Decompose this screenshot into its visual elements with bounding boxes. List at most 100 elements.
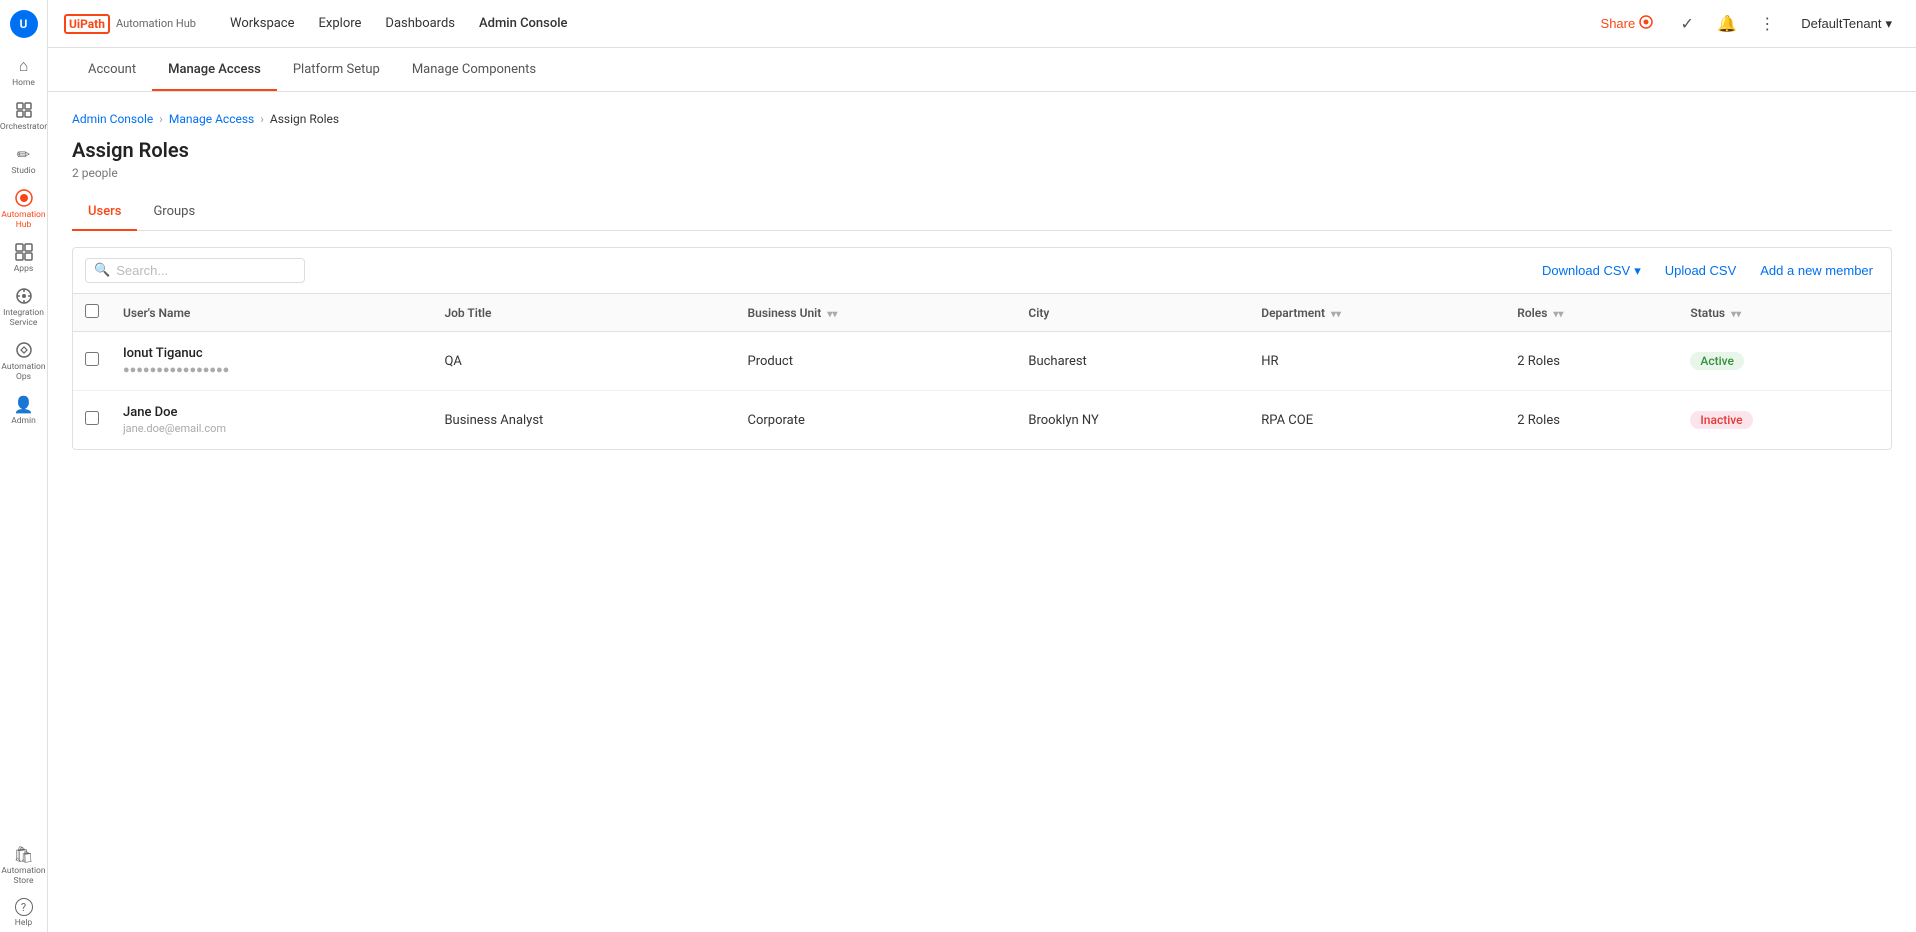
sidebar-item-home[interactable]: ⌂ Home (0, 48, 47, 92)
subnav-tab-account[interactable]: Account (72, 50, 152, 91)
row-checkbox-cell (73, 332, 111, 391)
download-csv-button[interactable]: Download CSV ▾ (1536, 259, 1647, 283)
automation-hub-icon (14, 188, 34, 208)
download-csv-label: Download CSV (1542, 263, 1630, 278)
cell-business-unit: Product (736, 332, 1017, 391)
row-checkbox-cell (73, 391, 111, 450)
breadcrumb-manage-access[interactable]: Manage Access (169, 112, 254, 126)
logo-area: UiPath Automation Hub (64, 14, 196, 34)
upload-csv-button[interactable]: Upload CSV (1659, 259, 1743, 282)
breadcrumb-assign-roles: Assign Roles (270, 112, 339, 126)
logo-box: UiPath (64, 14, 110, 34)
row-checkbox-0[interactable] (85, 352, 99, 366)
subnav-tab-manage-access[interactable]: Manage Access (152, 50, 277, 91)
sidebar-item-automation-ops[interactable]: Automation Ops (0, 332, 47, 386)
filter-department-icon[interactable]: ▾▾ (1331, 309, 1341, 320)
breadcrumb-sep-2: › (260, 112, 264, 126)
user-avatar[interactable]: U (10, 10, 38, 38)
check-icon[interactable]: ✓ (1673, 10, 1701, 38)
inner-tab-users[interactable]: Users (72, 196, 137, 231)
content-area: Admin Console › Manage Access › Assign R… (48, 92, 1916, 932)
page-title: Assign Roles (72, 138, 1892, 162)
page-subtitle: 2 people (72, 166, 1892, 180)
sidebar-item-admin-label: Admin (11, 416, 36, 426)
cell-city: Brooklyn NY (1016, 391, 1249, 450)
automation-ops-icon (14, 340, 34, 360)
sidebar: U ⌂ Home Orchestrator ✏ Studio Automatio… (0, 0, 48, 932)
search-input[interactable] (116, 263, 296, 278)
integration-service-icon (14, 286, 34, 306)
select-all-checkbox[interactable] (85, 304, 99, 318)
tenant-label: DefaultTenant (1801, 16, 1881, 31)
orchestrator-icon (14, 100, 34, 120)
sidebar-item-automation-hub[interactable]: Automation Hub (0, 180, 47, 234)
breadcrumb-admin-console[interactable]: Admin Console (72, 112, 153, 126)
add-member-button[interactable]: Add a new member (1754, 259, 1879, 282)
search-box[interactable]: 🔍 (85, 258, 305, 283)
nav-dashboards[interactable]: Dashboards (375, 10, 465, 37)
sidebar-item-apps-label: Apps (14, 264, 33, 274)
subnav-tab-platform-setup[interactable]: Platform Setup (277, 50, 396, 91)
sidebar-item-apps[interactable]: Apps (0, 234, 47, 278)
sidebar-item-orchestrator-label: Orchestrator (0, 122, 47, 132)
header-roles: Roles ▾▾ (1505, 294, 1678, 332)
share-icon (1639, 15, 1653, 32)
nav-workspace[interactable]: Workspace (220, 10, 305, 37)
admin-icon: 👤 (14, 394, 34, 414)
sidebar-item-automation-hub-label: Automation Hub (0, 210, 47, 230)
automation-store-icon: 🛍 (14, 844, 34, 864)
sidebar-item-home-label: Home (12, 78, 35, 88)
table-row: Jane Doe jane.doe@email.com Business Ana… (73, 391, 1891, 450)
status-badge: Inactive (1690, 411, 1752, 429)
nav-admin-console[interactable]: Admin Console (469, 10, 578, 37)
sidebar-item-automation-ops-label: Automation Ops (0, 362, 47, 382)
table-toolbar: 🔍 Download CSV ▾ Upload CSV Add a new me… (73, 248, 1891, 294)
sidebar-item-integration-service[interactable]: Integration Service (0, 278, 47, 332)
header-job-title: Job Title (432, 294, 735, 332)
cell-status: Inactive (1678, 391, 1891, 450)
tenant-chevron-icon: ▾ (1885, 16, 1892, 32)
page-body: Admin Console › Manage Access › Assign R… (48, 92, 1916, 470)
more-options-icon[interactable]: ⋮ (1753, 10, 1781, 38)
search-icon: 🔍 (94, 263, 110, 278)
header-department: Department ▾▾ (1249, 294, 1505, 332)
notifications-icon[interactable]: 🔔 (1713, 10, 1741, 38)
cell-roles: 2 Roles (1505, 391, 1678, 450)
header-user-name: User's Name (111, 294, 432, 332)
header-status: Status ▾▾ (1678, 294, 1891, 332)
inner-tab-groups[interactable]: Groups (137, 196, 211, 231)
cell-department: HR (1249, 332, 1505, 391)
header-checkbox-col (73, 294, 111, 332)
nav-explore[interactable]: Explore (309, 10, 372, 37)
table-container: 🔍 Download CSV ▾ Upload CSV Add a new me… (72, 247, 1892, 450)
filter-business-unit-icon[interactable]: ▾▾ (827, 309, 837, 320)
table-header-row: User's Name Job Title Business Unit ▾▾ C… (73, 294, 1891, 332)
subnav-tab-manage-components[interactable]: Manage Components (396, 50, 552, 91)
toolbar-right: Download CSV ▾ Upload CSV Add a new memb… (1536, 259, 1879, 283)
cell-roles: 2 Roles (1505, 332, 1678, 391)
sidebar-item-orchestrator[interactable]: Orchestrator (0, 92, 47, 136)
row-checkbox-1[interactable] (85, 411, 99, 425)
tenant-button[interactable]: DefaultTenant ▾ (1793, 12, 1900, 36)
filter-roles-icon[interactable]: ▾▾ (1553, 309, 1563, 320)
table-row: Ionut Tiganuc ●●●●●●●●●●●●●●●● QA Produc… (73, 332, 1891, 391)
inner-tabs: Users Groups (72, 196, 1892, 231)
sidebar-item-studio[interactable]: ✏ Studio (0, 136, 47, 180)
download-chevron-icon: ▾ (1634, 263, 1641, 279)
home-icon: ⌂ (14, 56, 34, 76)
table-body: Ionut Tiganuc ●●●●●●●●●●●●●●●● QA Produc… (73, 332, 1891, 450)
filter-status-icon[interactable]: ▾▾ (1731, 309, 1741, 320)
apps-icon (14, 242, 34, 262)
share-button[interactable]: Share (1593, 11, 1662, 36)
sidebar-item-help[interactable]: ? Help (0, 890, 47, 932)
sidebar-item-studio-label: Studio (11, 166, 35, 176)
sidebar-item-automation-store[interactable]: 🛍 Automation Store (0, 836, 47, 890)
cell-business-unit: Corporate (736, 391, 1017, 450)
topnav-right: Share ✓ 🔔 ⋮ DefaultTenant ▾ (1593, 10, 1900, 38)
sidebar-item-admin[interactable]: 👤 Admin (0, 386, 47, 430)
sidebar-bottom: 🛍 Automation Store ? Help (0, 836, 47, 932)
share-label: Share (1601, 16, 1636, 31)
cell-city: Bucharest (1016, 332, 1249, 391)
status-badge: Active (1690, 352, 1744, 370)
sidebar-item-help-label: Help (15, 918, 32, 928)
